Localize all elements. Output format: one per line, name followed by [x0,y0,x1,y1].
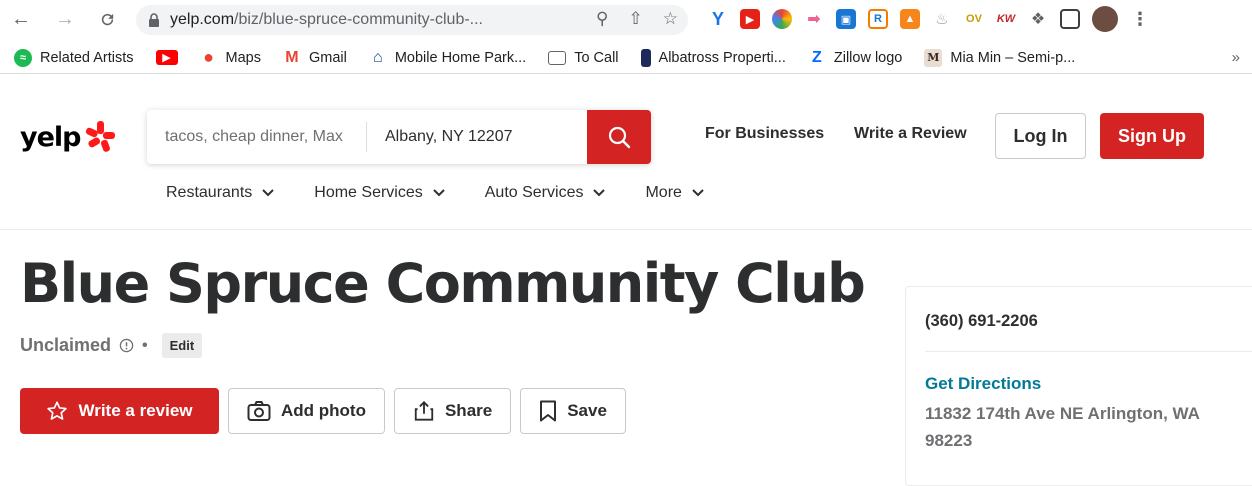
camera-icon [247,401,271,421]
chevron-down-icon [262,189,274,197]
contact-card: (360) 691-2206 Get Directions 11832 174t… [905,286,1252,486]
edit-button[interactable]: Edit [161,333,203,358]
yelp-burst-icon [85,121,115,152]
reload-icon[interactable] [94,6,120,32]
bookmark-mobile-home-park[interactable]: ⌂ Mobile Home Park... [369,49,526,67]
bookmark-gmail[interactable]: M Gmail [283,49,347,67]
back-arrow-icon[interactable]: ← [8,6,34,32]
write-a-review-link[interactable]: Write a Review [854,125,967,143]
kw-extension-icon[interactable]: KW [996,9,1016,29]
share-page-icon[interactable]: ⇧ [629,9,643,29]
forward-arrow-icon[interactable]: → [52,6,78,32]
bookmark-to-call[interactable]: To Call [548,50,619,66]
arrow-extension-icon[interactable]: ➡ [804,9,824,29]
ov-extension-icon[interactable]: OV [964,9,984,29]
metamask-extension-icon[interactable]: ▲ [900,9,920,29]
youtube-extension-icon[interactable]: ▶ [740,9,760,29]
info-icon[interactable] [119,338,134,353]
bookmark-related-artists[interactable]: ≈ Related Artists [14,48,134,67]
phone-number[interactable]: (360) 691-2206 [925,312,1038,331]
search-icon [608,126,631,149]
flame-extension-icon[interactable]: ♨ [932,9,952,29]
star-icon [47,401,68,420]
category-restaurants[interactable]: Restaurants [166,184,274,202]
claim-status: Unclaimed [20,335,112,355]
write-review-button[interactable]: Write a review [20,388,219,434]
business-name: Blue Spruce Community Club [20,252,866,315]
category-auto-services[interactable]: Auto Services [485,184,606,202]
get-directions-link[interactable]: Get Directions [925,374,1041,394]
category-more[interactable]: More [645,184,704,202]
yelp-logo[interactable]: yelp [20,120,117,154]
bookmarks-bar: ≈ Related Artists ▶ ● Maps M Gmail ⌂ Mob… [0,42,1252,74]
zoom-icon[interactable]: ⚲ [596,9,608,29]
gmail-icon: M [285,48,299,66]
color-picker-extension-icon[interactable] [772,9,792,29]
bookmark-star-icon[interactable]: ☆ [663,9,678,29]
bullet-separator: • [142,336,148,354]
search-submit-button[interactable] [587,110,651,164]
bookmark-zillow[interactable]: Z Zillow logo [808,48,902,67]
chevron-down-icon [593,189,606,197]
business-actions: Write a review Add photo Share Save [20,388,626,434]
chevron-down-icon [433,189,445,197]
r-extension-icon[interactable]: R [868,9,888,29]
medium-icon: M [924,48,943,67]
maps-pin-icon: ● [203,47,214,67]
house-icon: ⌂ [373,48,383,66]
bookmark-icon [540,400,557,422]
category-home-services[interactable]: Home Services [314,184,445,202]
login-button[interactable]: Log In [995,113,1086,159]
business-address: 11832 174th Ave NE Arlington, WA 98223 [925,404,1200,450]
bookmarks-overflow-button[interactable]: » [1232,49,1240,66]
site-header: yelp tacos, cheap dinner, Max Albany, NY… [0,80,1252,230]
zillow-icon: Z [811,48,822,66]
signup-button[interactable]: Sign Up [1100,113,1204,159]
building-icon [640,48,651,67]
side-panel-icon[interactable] [1060,9,1080,29]
kebab-menu-icon[interactable]: ⋮ [1130,9,1150,29]
profile-avatar[interactable] [1092,6,1118,32]
divider [925,351,1252,352]
spotify-icon: ≈ [14,48,32,67]
bookmark-maps[interactable]: ● Maps [200,47,261,67]
add-photo-button[interactable]: Add photo [228,388,385,434]
save-button[interactable]: Save [520,388,626,434]
chevron-down-icon [692,189,704,197]
folder-icon [548,50,567,65]
share-icon [414,400,434,421]
search-near-input[interactable]: Albany, NY 12207 [367,110,587,164]
category-nav: Restaurants Home Services Auto Services … [166,184,744,202]
search-bar: tacos, cheap dinner, Max Albany, NY 1220… [147,110,651,164]
youtube-icon: ▶ [155,50,178,65]
browser-toolbar: ← → yelp.com/biz/blue-spruce-community-c… [0,0,1252,40]
screenshot-extension-icon[interactable]: ▣ [836,9,856,29]
url-text: yelp.com/biz/blue-spruce-community-club-… [170,11,483,28]
search-find-input[interactable]: tacos, cheap dinner, Max [147,122,367,152]
bookmark-albatross[interactable]: Albatross Properti... [640,48,786,67]
vimeo-extension-icon[interactable]: Y [708,9,728,29]
share-button[interactable]: Share [393,388,512,434]
for-businesses-link[interactable]: For Businesses [705,125,824,143]
claim-status-row: Unclaimed • Edit [20,333,203,358]
bookmark-mia-min[interactable]: M Mia Min – Semi-p... [924,48,1075,67]
puzzle-extensions-icon[interactable]: ❖ [1028,9,1048,29]
address-bar[interactable]: yelp.com/biz/blue-spruce-community-club-… [136,5,688,35]
bookmark-youtube[interactable]: ▶ [155,50,178,65]
lock-icon [149,13,159,27]
